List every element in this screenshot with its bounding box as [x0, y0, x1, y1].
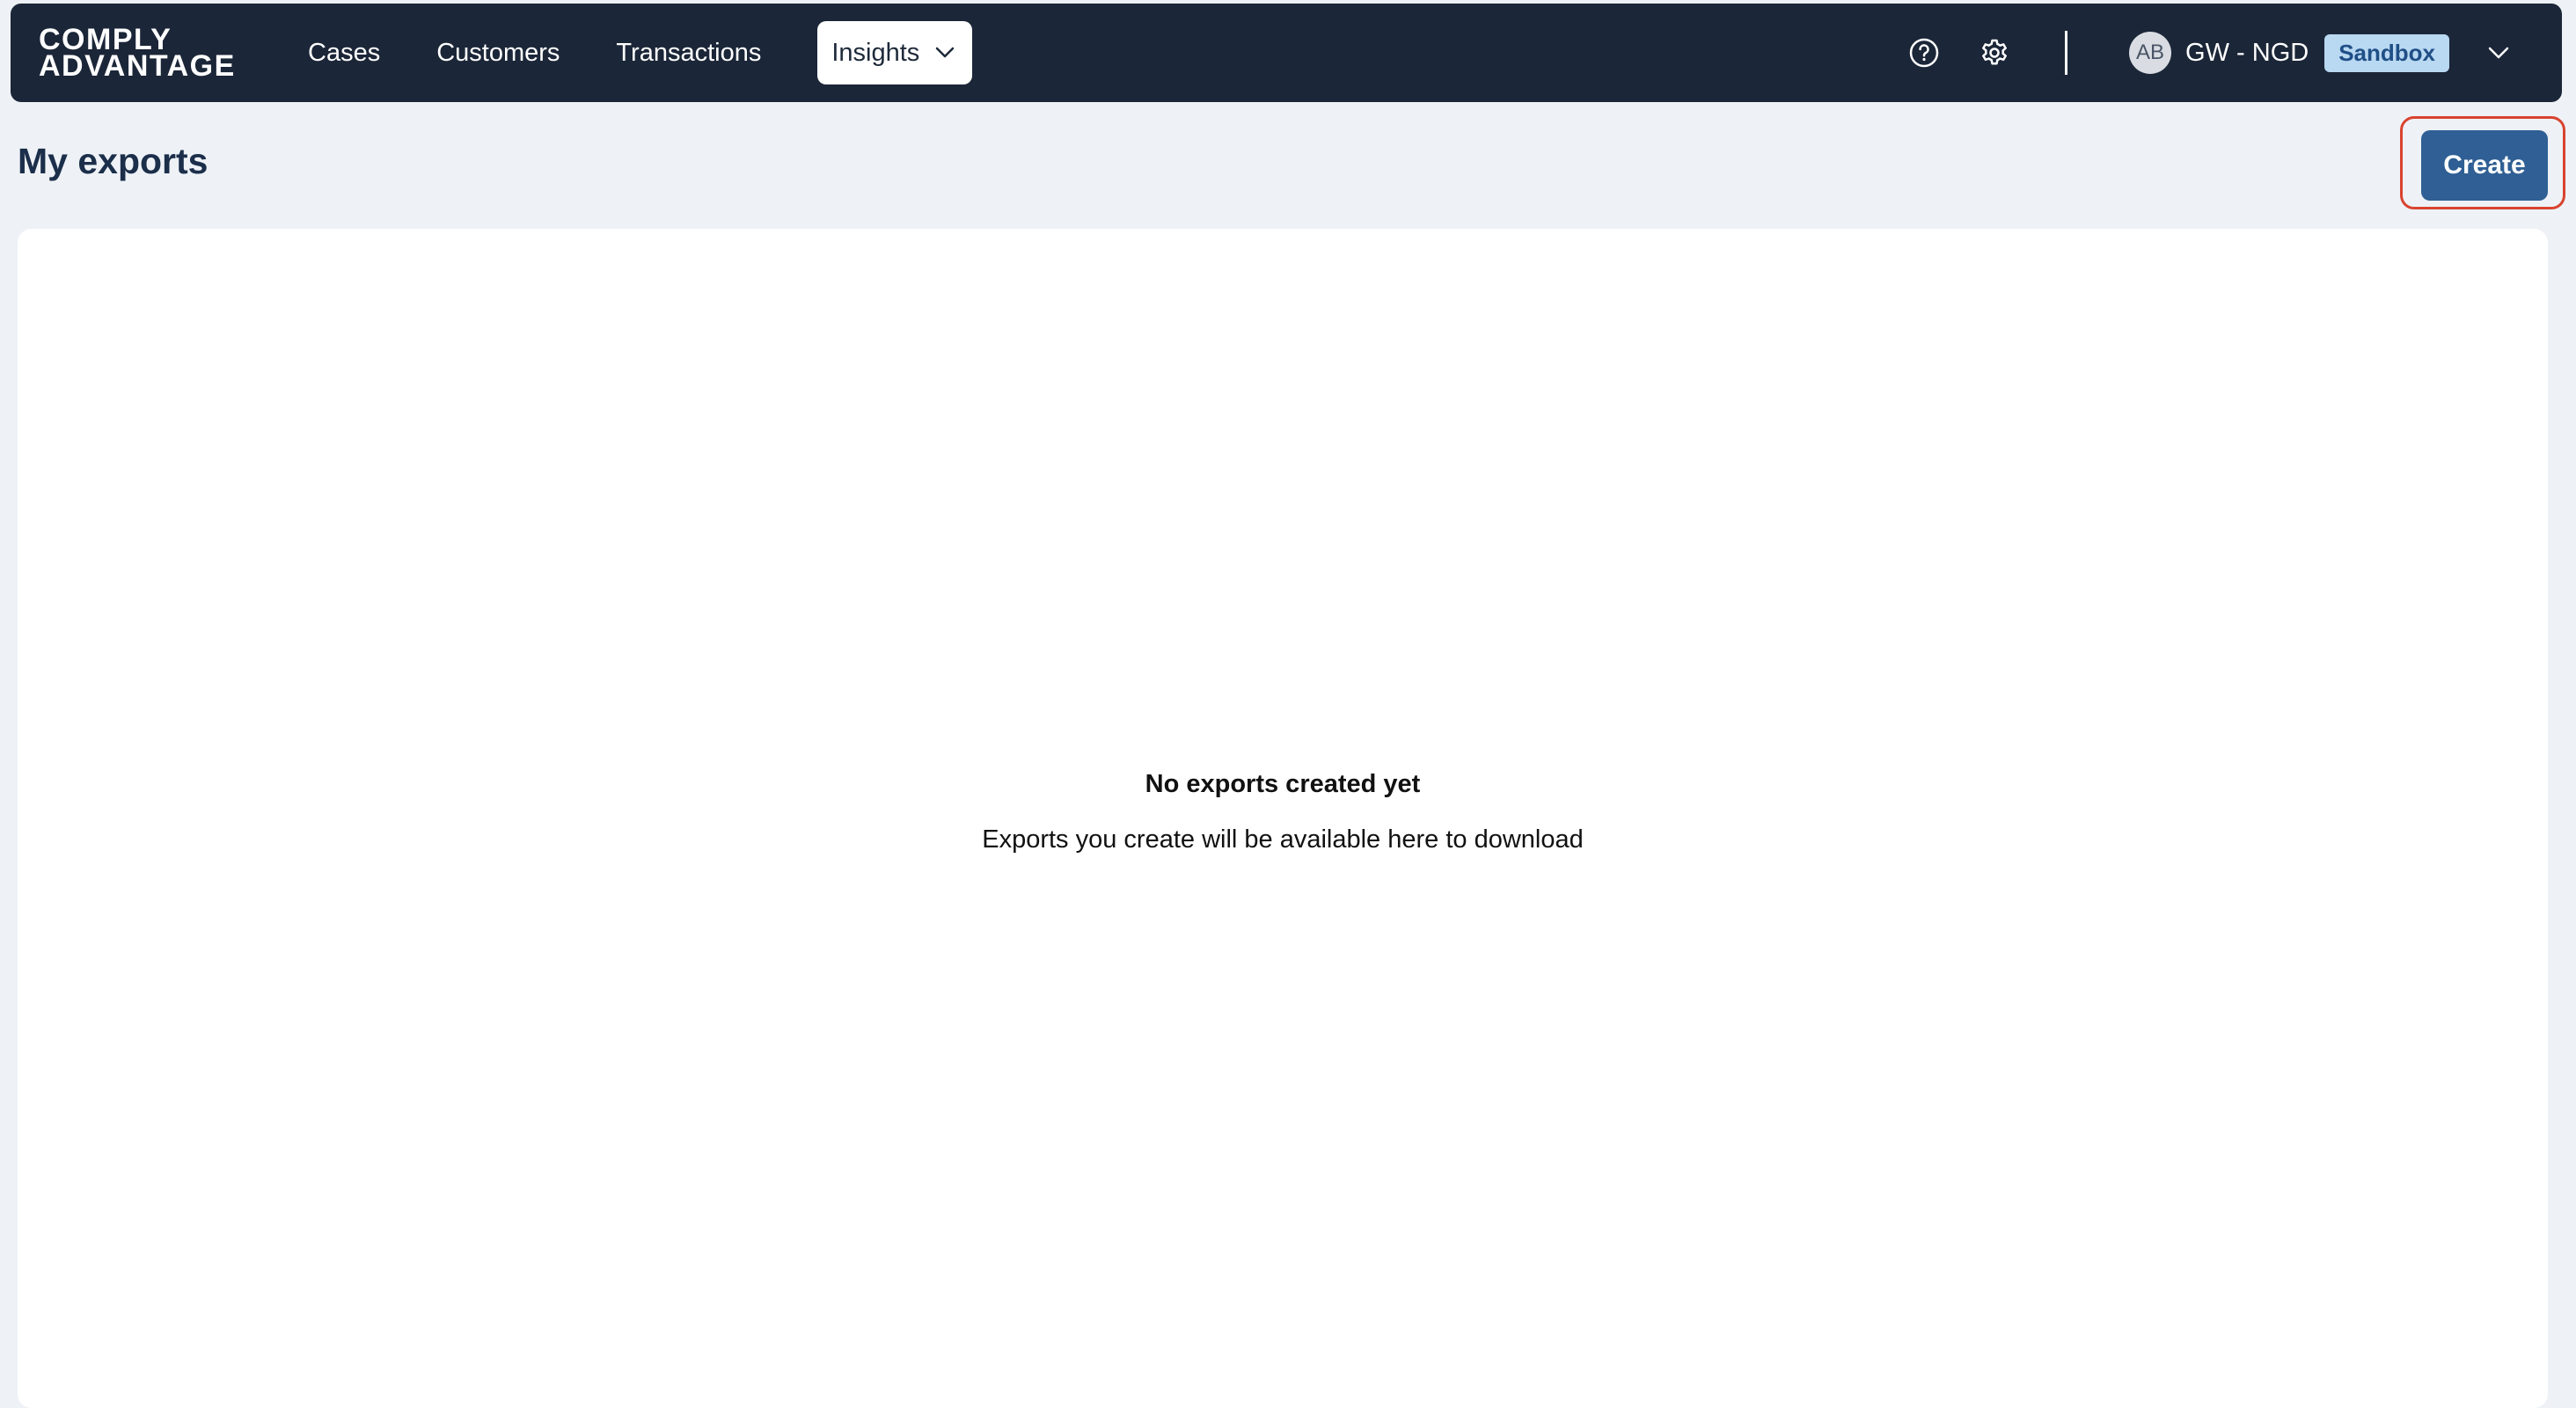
gear-icon	[1982, 39, 2007, 65]
avatar[interactable]: AB	[2129, 32, 2172, 74]
nav-item-customers[interactable]: Customers	[436, 39, 560, 68]
nav-item-insights-label: Insights	[831, 38, 920, 67]
nav-item-insights-dropdown[interactable]: Insights	[817, 21, 973, 84]
question-circle-icon	[1909, 38, 1939, 68]
brand-logo[interactable]: COMPLY ADVANTAGE	[39, 25, 267, 83]
account-menu-button[interactable]	[2479, 33, 2518, 72]
top-navbar: COMPLY ADVANTAGE Cases Customers Transac…	[11, 4, 2562, 102]
main-nav: Cases Customers Transactions Insights	[308, 21, 973, 84]
empty-state-title: No exports created yet	[1145, 770, 1421, 798]
page-title: My exports	[18, 141, 209, 181]
chevron-down-icon	[2488, 47, 2509, 59]
header-divider	[2065, 31, 2068, 75]
header-actions: AB GW - NGD Sandbox	[1905, 4, 2562, 102]
create-button[interactable]: Create	[2421, 130, 2548, 201]
nav-item-cases[interactable]: Cases	[308, 39, 380, 68]
help-button[interactable]	[1905, 33, 1943, 72]
empty-state-subtitle: Exports you create will be available her…	[982, 825, 1584, 854]
org-name[interactable]: GW - NGD	[2185, 39, 2309, 68]
brand-logo-line2: ADVANTAGE	[39, 49, 236, 83]
exports-panel: No exports created yet Exports you creat…	[18, 229, 2548, 1408]
nav-item-transactions[interactable]: Transactions	[616, 39, 761, 68]
chevron-down-icon	[936, 47, 955, 58]
environment-badge: Sandbox	[2324, 33, 2449, 72]
settings-button[interactable]	[1975, 33, 2014, 72]
